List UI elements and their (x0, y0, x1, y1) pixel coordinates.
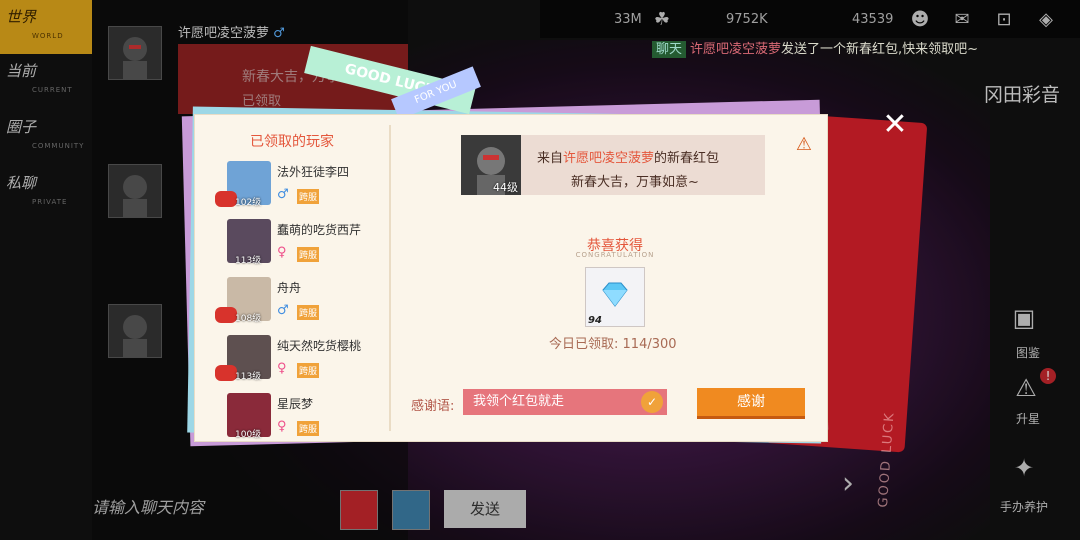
congrats-subtitle: CONGRATULATION (575, 251, 655, 259)
player-name: 星辰梦 (277, 397, 314, 411)
reward-count: 94 (588, 315, 602, 326)
sender-level: 44级 (493, 181, 518, 194)
player-level: 113级 (235, 372, 262, 382)
list-item[interactable]: 100级 星辰梦 ♀ 跨服 (215, 393, 385, 449)
lucky-badge-icon (215, 365, 237, 381)
female-icon: ♀ (277, 419, 287, 434)
player-name: 纯天然吃货樱桃 (277, 339, 362, 353)
reward-item[interactable]: 94 (585, 267, 645, 327)
list-item[interactable]: 113级 蠢萌的吃货西芹 ♀ 跨服 (215, 219, 385, 275)
claimed-players-title: 已领取的玩家 (250, 134, 334, 150)
male-icon: ♂ (277, 187, 289, 202)
player-level: 102级 (235, 198, 262, 208)
cross-server-tag: 跨服 (297, 305, 320, 320)
sender-prefix: 来自 (537, 151, 564, 166)
modal-divider (389, 125, 391, 431)
daily-claimed: 今日已领取: 114/300 (549, 333, 677, 352)
player-name: 蠢萌的吃货西芹 (277, 223, 362, 237)
sender-line: 来自许愿吧凌空菠萝的新春红包 (537, 147, 719, 166)
daily-claimed-value: 114/300 (622, 337, 677, 352)
list-item[interactable]: 113级 纯天然吃货樱桃 ♀ 跨服 (215, 335, 385, 391)
male-icon: ♂ (277, 303, 289, 318)
lucky-badge-icon (215, 191, 237, 207)
daily-claimed-label: 今日已领取: (549, 337, 619, 352)
list-item[interactable]: 108级 舟舟 ♂ 跨服 (215, 277, 385, 333)
sender-name: 许愿吧凌空菠萝 (563, 151, 655, 166)
female-icon: ♀ (277, 361, 287, 376)
player-name: 法外狂徒李四 (277, 165, 350, 179)
cross-server-tag: 跨服 (297, 247, 320, 262)
female-icon: ♀ (277, 245, 287, 260)
player-name: 舟舟 (277, 281, 302, 295)
close-icon[interactable]: ✕ (878, 108, 912, 142)
list-item[interactable]: 102级 法外狂徒李四 ♂ 跨服 (215, 161, 385, 217)
player-level: 113级 (235, 256, 262, 266)
report-warning-icon[interactable]: ⚠ (793, 135, 815, 155)
sender-info: 44级 来自许愿吧凌空菠萝的新春红包 新春大吉，万事如意~ (461, 135, 765, 195)
cross-server-tag: 跨服 (297, 189, 320, 204)
sender-suffix: 的新春红包 (654, 151, 720, 166)
thanks-label: 感谢语: (411, 399, 455, 414)
thank-button[interactable]: 感谢 (697, 388, 805, 419)
thumbs-up-icon[interactable]: ✓ (641, 391, 663, 413)
cross-server-tag: 跨服 (297, 421, 320, 436)
blessing-text: 新春大吉，万事如意~ (571, 175, 699, 190)
red-packet-modal: 已领取的玩家 102级 法外狂徒李四 ♂ 跨服 113级 蠢萌的吃货西芹 ♀ 跨… (194, 114, 828, 442)
lucky-badge-icon (215, 307, 237, 323)
player-level: 100级 (235, 430, 262, 440)
cross-server-tag: 跨服 (297, 363, 320, 378)
thanks-message-field[interactable]: 我领个红包就走 (463, 389, 667, 415)
player-level: 108级 (235, 314, 262, 324)
